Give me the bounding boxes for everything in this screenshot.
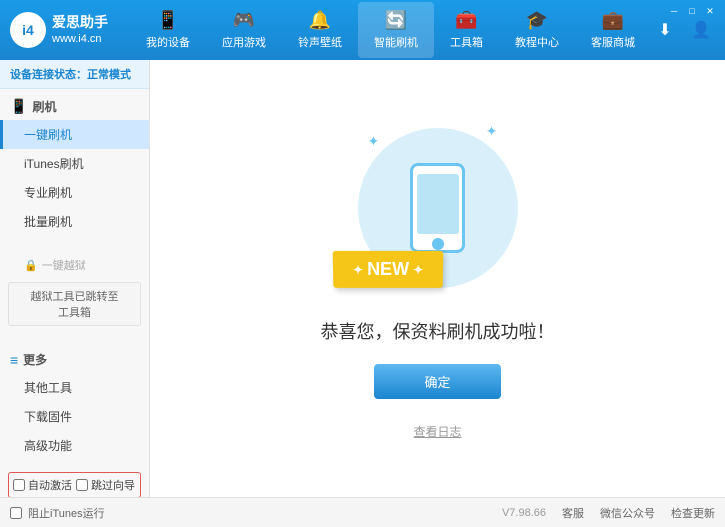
confirm-button[interactable]: 确定 [374, 364, 500, 399]
section-more-title: ≡ 更多 [0, 346, 149, 373]
sidebar-item-pro-flash[interactable]: 专业刷机 [0, 178, 149, 207]
time-guide-input[interactable] [76, 479, 88, 491]
auto-activate-input[interactable] [13, 479, 25, 491]
sidebar-section-jailbreak: 🔒 一键越狱 越狱工具已跳转至工具箱 [0, 248, 149, 334]
footer-link-service[interactable]: 客服 [562, 505, 584, 521]
sidebar-item-batch-flash[interactable]: 批量刷机 [0, 207, 149, 236]
section-flash-title: 📱 刷机 [0, 93, 149, 120]
sparkle-icon-1: ✦ [368, 133, 380, 150]
service-icon: 💼 [602, 10, 624, 31]
flash-section-icon: 📱 [10, 98, 27, 115]
sidebar-notice-jailbreak: 越狱工具已跳转至工具箱 [8, 282, 141, 326]
user-button[interactable]: 👤 [687, 16, 715, 44]
tab-ringtones[interactable]: 🔔 铃声壁纸 [282, 2, 358, 58]
stop-itunes-checkbox[interactable] [10, 507, 22, 519]
tab-tutorial[interactable]: 🎓 教程中心 [499, 2, 575, 58]
sidebar-disabled-jailbreak: 🔒 一键越狱 [0, 252, 149, 278]
header-right: ⬇ 👤 [651, 16, 715, 44]
maximize-button[interactable]: □ [685, 4, 699, 18]
phone-graphic: ✦ ✦ ✦ ✦ NEW ✦ [348, 118, 528, 298]
more-section-icon: ≡ [10, 352, 18, 368]
sidebar-section-flash: 📱 刷机 一键刷机 iTunes刷机 专业刷机 批量刷机 [0, 89, 149, 240]
ribbon-stars-right: ✦ [413, 262, 423, 276]
logo-icon: i4 [10, 12, 46, 48]
tab-service[interactable]: 💼 客服商城 [575, 2, 651, 58]
phone-home-button [432, 238, 444, 250]
sidebar-item-download-firmware[interactable]: 下载固件 [0, 402, 149, 431]
sparkle-icon-2: ✦ [486, 123, 498, 140]
lock-icon: 🔒 [24, 259, 38, 272]
new-ribbon: ✦ NEW ✦ [332, 250, 443, 287]
stop-itunes-label: 阻止iTunes运行 [28, 505, 105, 521]
sidebar-section-more: ≡ 更多 其他工具 下载固件 高级功能 [0, 342, 149, 464]
main-layout: 设备连接状态：正常模式 📱 刷机 一键刷机 iTunes刷机 专业刷机 批量刷机… [0, 60, 725, 497]
tab-toolbox[interactable]: 🧰 工具箱 [434, 2, 499, 58]
logo-area: i4 爱思助手 www.i4.cn [10, 12, 130, 48]
sidebar-bottom: 自动激活 跳过向导 📱 iPhone 15 Pro Max 512GB iPho… [0, 464, 149, 497]
sidebar-item-one-key-flash[interactable]: 一键刷机 [0, 120, 149, 149]
logo-text: 爱思助手 www.i4.cn [52, 13, 108, 48]
tab-apps-games[interactable]: 🎮 应用游戏 [206, 2, 282, 58]
tab-my-device[interactable]: 📱 我的设备 [130, 2, 206, 58]
phone-screen [417, 174, 459, 234]
nav-tabs: 📱 我的设备 🎮 应用游戏 🔔 铃声壁纸 🔄 智能刷机 🧰 工具箱 🎓 教程中心… [130, 2, 651, 58]
auto-activate-checkbox[interactable]: 自动激活 [13, 477, 72, 493]
close-button[interactable]: ✕ [703, 4, 717, 18]
ribbon-stars-left: ✦ [352, 262, 362, 276]
version-label: V7.98.66 [502, 507, 546, 519]
content-area: ✦ ✦ ✦ ✦ NEW ✦ 恭喜您，保资料刷机成功啦！ 确定 查看日志 [150, 60, 725, 497]
status-bar: 设备连接状态：正常模式 [0, 60, 149, 89]
apps-icon: 🎮 [233, 10, 255, 31]
success-illustration: ✦ ✦ ✦ ✦ NEW ✦ 恭喜您，保资料刷机成功啦！ 确定 查看日志 [321, 118, 555, 440]
sidebar-item-itunes-flash[interactable]: iTunes刷机 [0, 149, 149, 178]
sidebar: 设备连接状态：正常模式 📱 刷机 一键刷机 iTunes刷机 专业刷机 批量刷机… [0, 60, 150, 497]
footer-link-update[interactable]: 检查更新 [671, 505, 715, 521]
footer-right: V7.98.66 客服 微信公众号 检查更新 [502, 505, 715, 521]
footer: 阻止iTunes运行 V7.98.66 客服 微信公众号 检查更新 [0, 497, 725, 527]
phone-shape [410, 163, 465, 253]
footer-left: 阻止iTunes运行 [10, 505, 105, 521]
minimize-button[interactable]: ─ [667, 4, 681, 18]
my-device-icon: 📱 [157, 10, 179, 31]
header: i4 爱思助手 www.i4.cn 📱 我的设备 🎮 应用游戏 🔔 铃声壁纸 🔄… [0, 0, 725, 60]
view-log-link[interactable]: 查看日志 [413, 423, 461, 440]
time-guide-checkbox[interactable]: 跳过向导 [76, 477, 135, 493]
tutorial-icon: 🎓 [526, 10, 548, 31]
window-controls: ─ □ ✕ [667, 4, 717, 18]
ringtones-icon: 🔔 [309, 10, 331, 31]
toolbox-icon: 🧰 [455, 10, 477, 31]
success-text: 恭喜您，保资料刷机成功啦！ [321, 318, 555, 344]
sidebar-item-advanced[interactable]: 高级功能 [0, 431, 149, 460]
sidebar-item-other-tools[interactable]: 其他工具 [0, 373, 149, 402]
status-value: 正常模式 [87, 69, 131, 81]
new-badge-text: NEW [366, 258, 408, 279]
smart-flash-icon: 🔄 [385, 10, 407, 31]
tab-smart-flash[interactable]: 🔄 智能刷机 [358, 2, 434, 58]
auto-options: 自动激活 跳过向导 [8, 472, 141, 497]
download-button[interactable]: ⬇ [651, 16, 679, 44]
footer-link-wechat[interactable]: 微信公众号 [600, 505, 655, 521]
